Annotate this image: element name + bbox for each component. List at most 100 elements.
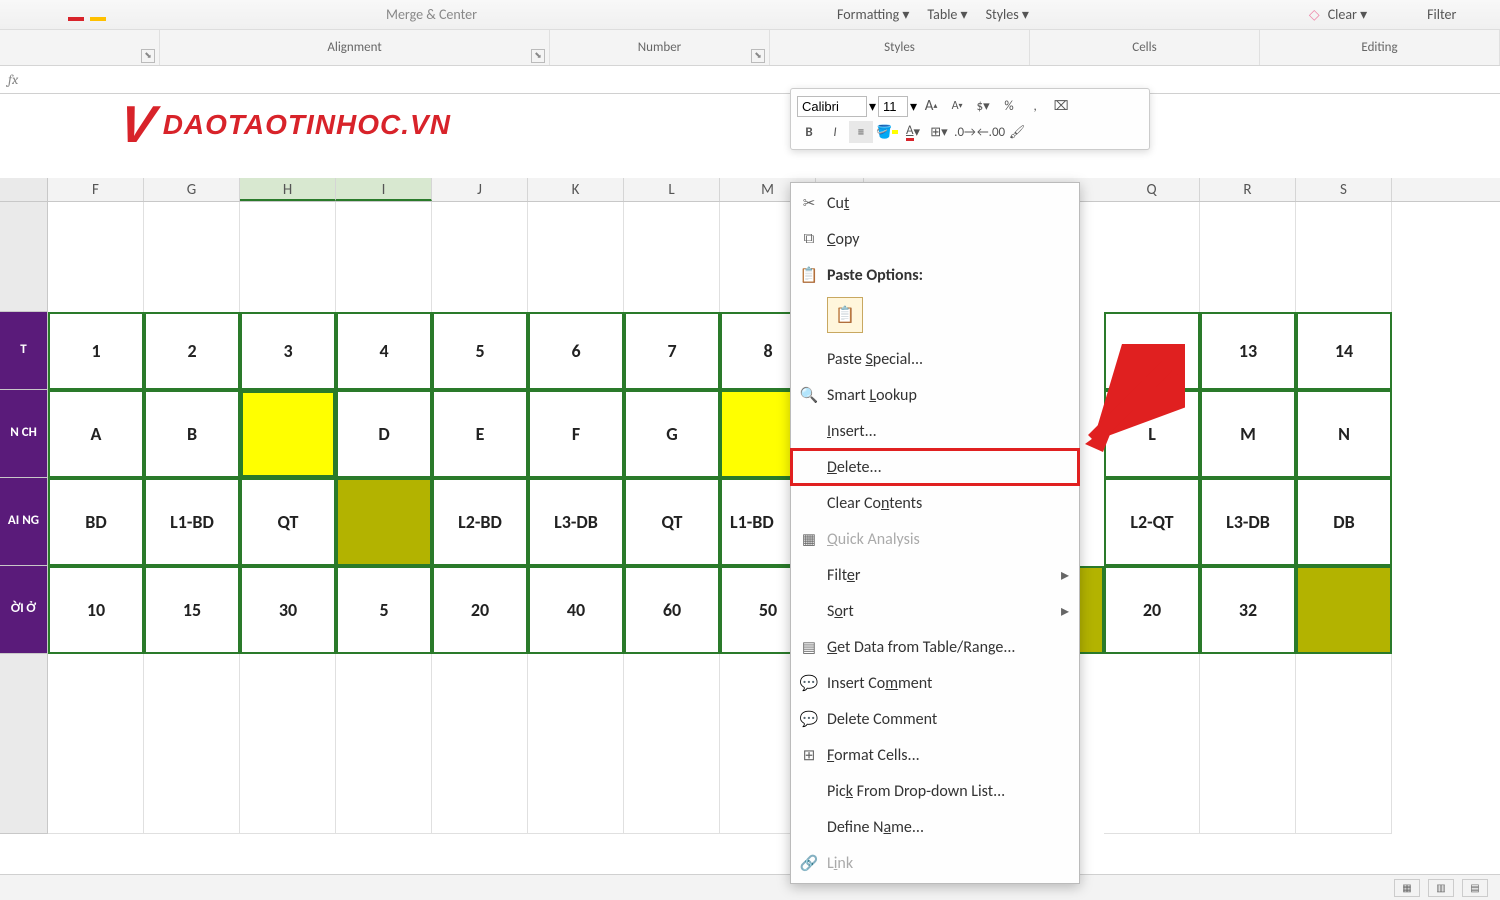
cell[interactable]: D — [336, 390, 432, 478]
cell[interactable]: 20 — [1104, 566, 1200, 654]
row-header-3[interactable]: AI NG — [0, 478, 48, 566]
cell[interactable]: F — [528, 390, 624, 478]
context-menu-insert-comment[interactable]: 💬 Insert Comment — [791, 665, 1079, 701]
cell[interactable]: QT — [240, 478, 336, 566]
clear-button[interactable]: Clear ▾ — [1328, 6, 1367, 23]
cell[interactable]: L2-QT — [1104, 478, 1200, 566]
dialog-launcher-icon[interactable]: ⬊ — [751, 49, 765, 63]
paste-default-icon[interactable]: 📋 — [827, 297, 863, 333]
conditional-formatting-button[interactable]: Formatting ▾ — [837, 6, 909, 23]
cell[interactable]: L1-BD — [144, 478, 240, 566]
percent-format-icon[interactable]: % — [997, 95, 1021, 117]
context-menu-copy[interactable]: ⧉ Copy — [791, 221, 1079, 257]
formula-bar[interactable]: fx — [0, 66, 1500, 94]
cell[interactable]: M — [1200, 390, 1296, 478]
row-header-1[interactable]: T — [0, 312, 48, 390]
cell[interactable]: 4 — [336, 312, 432, 390]
cell[interactable]: 7 — [624, 312, 720, 390]
view-pagebreak-icon[interactable]: ▤ — [1462, 879, 1488, 897]
cell[interactable]: 15 — [144, 566, 240, 654]
format-painter-icon[interactable]: ⌧ — [1049, 95, 1073, 117]
cell[interactable]: 20 — [432, 566, 528, 654]
cell[interactable]: 32 — [1200, 566, 1296, 654]
cell[interactable]: 3 — [240, 312, 336, 390]
cell[interactable]: 5 — [432, 312, 528, 390]
cell[interactable]: L — [1104, 390, 1200, 478]
cell[interactable]: 60 — [624, 566, 720, 654]
cell[interactable]: QT — [624, 478, 720, 566]
cell[interactable]: 1 — [48, 312, 144, 390]
column-header-F[interactable]: F — [48, 178, 144, 201]
cell[interactable]: DB — [1296, 478, 1392, 566]
column-header-I[interactable]: I — [336, 178, 432, 201]
align-center-icon[interactable]: ≡ — [849, 121, 873, 143]
context-menu-cut[interactable]: ✂ Cut — [791, 185, 1079, 221]
increase-decimal-icon[interactable]: ←.00 — [979, 121, 1003, 143]
column-header-S[interactable]: S — [1296, 178, 1392, 201]
format-table-button[interactable]: Table ▾ — [927, 6, 967, 23]
context-menu-filter[interactable]: Filter▸ — [791, 557, 1079, 593]
context-menu-insert[interactable]: Insert... — [791, 413, 1079, 449]
italic-button[interactable]: I — [823, 121, 847, 143]
filter-button[interactable]: Filter — [1427, 6, 1456, 23]
cell[interactable]: N — [1296, 390, 1392, 478]
cell[interactable] — [1296, 566, 1392, 654]
cell[interactable]: 30 — [240, 566, 336, 654]
column-header-Q[interactable]: Q — [1104, 178, 1200, 201]
cell[interactable]: 2 — [144, 312, 240, 390]
view-normal-icon[interactable]: ▦ — [1394, 879, 1420, 897]
column-header-H[interactable]: H — [240, 178, 336, 201]
fill-color-icon[interactable]: 🪣 — [875, 121, 899, 143]
column-header-G[interactable]: G — [144, 178, 240, 201]
context-menu-smart-lookup[interactable]: 🔍 Smart Lookup — [791, 377, 1079, 413]
spreadsheet-grid[interactable]: T 1 2 3 4 5 6 7 8 12 13 14 N CH A B D E … — [0, 202, 1500, 834]
cell-styles-button[interactable]: Styles ▾ — [986, 6, 1029, 23]
cell[interactable]: L2-BD — [432, 478, 528, 566]
column-header-L[interactable]: L — [624, 178, 720, 201]
context-menu-sort[interactable]: Sort▸ — [791, 593, 1079, 629]
cell[interactable]: 12 — [1104, 312, 1200, 390]
font-family-select[interactable] — [797, 96, 867, 117]
cell[interactable]: G — [624, 390, 720, 478]
merge-center-button[interactable]: Merge & Center — [386, 6, 477, 23]
context-menu-clear-contents[interactable]: Clear Contents — [791, 485, 1079, 521]
cell[interactable]: 14 — [1296, 312, 1392, 390]
bold-button[interactable]: B — [797, 121, 821, 143]
cell[interactable]: A — [48, 390, 144, 478]
accounting-format-icon[interactable]: $▾ — [971, 95, 995, 117]
cell[interactable]: 6 — [528, 312, 624, 390]
increase-font-icon[interactable]: A▴ — [919, 95, 943, 117]
context-menu-format-cells[interactable]: ⊞ Format Cells... — [791, 737, 1079, 773]
row-header-4[interactable]: ỜI Ở — [0, 566, 48, 654]
context-menu-paste-special[interactable]: Paste Special... — [791, 341, 1079, 377]
borders-icon[interactable]: ⊞▾ — [927, 121, 951, 143]
context-menu-get-data[interactable]: ▤ Get Data from Table/Range... — [791, 629, 1079, 665]
column-header-K[interactable]: K — [528, 178, 624, 201]
cell[interactable]: E — [432, 390, 528, 478]
column-header-J[interactable]: J — [432, 178, 528, 201]
decrease-font-icon[interactable]: A▾ — [945, 95, 969, 117]
context-menu-pick-list[interactable]: Pick From Drop-down List... — [791, 773, 1079, 809]
row-header-2[interactable]: N CH — [0, 390, 48, 478]
dialog-launcher-icon[interactable]: ⬊ — [531, 49, 545, 63]
cell[interactable]: BD — [48, 478, 144, 566]
column-header-R[interactable]: R — [1200, 178, 1296, 201]
cell[interactable]: 5 — [336, 566, 432, 654]
comma-format-icon[interactable]: , — [1023, 95, 1047, 117]
fx-icon[interactable]: fx — [8, 71, 18, 88]
cell[interactable]: B — [144, 390, 240, 478]
view-pagelayout-icon[interactable]: ▥ — [1428, 879, 1454, 897]
context-menu-delete-comment[interactable]: 💬 Delete Comment — [791, 701, 1079, 737]
cell[interactable]: 40 — [528, 566, 624, 654]
cell-selected[interactable] — [240, 390, 336, 478]
cell[interactable] — [336, 478, 432, 566]
cell[interactable]: 10 — [48, 566, 144, 654]
font-color-icon[interactable]: A▾ — [901, 121, 925, 143]
cell[interactable]: 13 — [1200, 312, 1296, 390]
cell[interactable]: L3-DB — [528, 478, 624, 566]
context-menu-delete[interactable]: Delete... — [791, 449, 1079, 485]
context-menu-define-name[interactable]: Define Name... — [791, 809, 1079, 845]
format-painter-brush-icon[interactable]: 🖌 — [1005, 121, 1029, 143]
cell[interactable]: L3-DB — [1200, 478, 1296, 566]
dialog-launcher-icon[interactable]: ⬊ — [141, 49, 155, 63]
